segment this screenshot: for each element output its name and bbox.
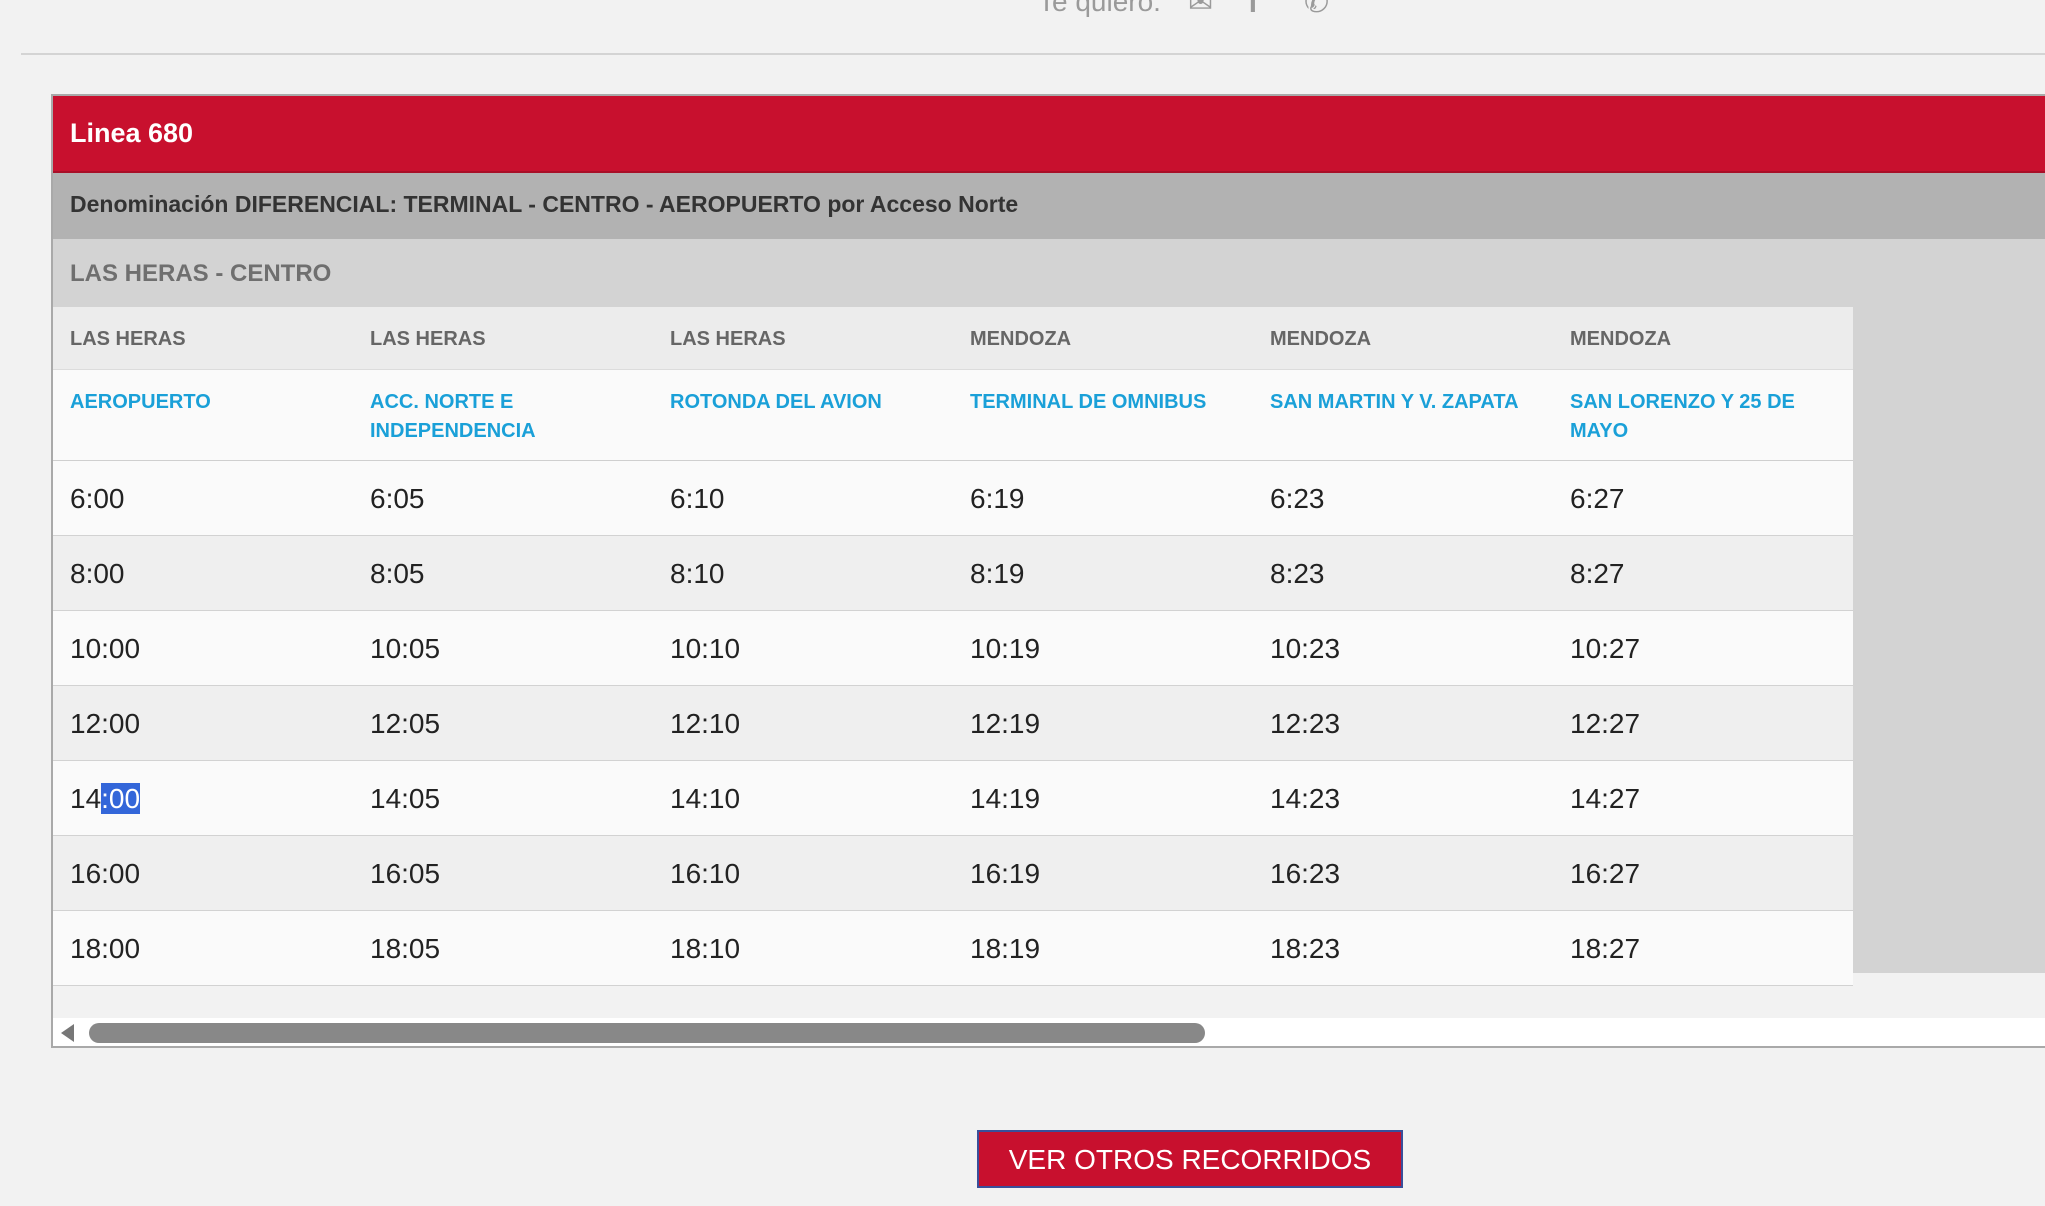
locality-header: LAS HERAS — [70, 328, 186, 350]
route-bar: LAS HERAS - CENTRO — [53, 239, 2045, 307]
horizontal-scrollbar[interactable] — [53, 1018, 2045, 1046]
departure-time: 14:23 — [1270, 783, 1341, 814]
table-row: 18:00 18:05 18:10 18:19 18:23 18:27 — [53, 911, 1853, 986]
stop-name[interactable]: TERMINAL DE OMNIBUS — [953, 370, 1253, 460]
departure-time: 16:19 — [970, 858, 1041, 889]
locality-header-row: LAS HERAS LAS HERAS LAS HERAS MENDOZA MENDOZ… — [53, 307, 1853, 370]
denomination-text: Denominación DIFERENCIAL: TERMINAL - CEN… — [70, 191, 1019, 217]
table-side-fill — [1853, 307, 2045, 973]
top-share-bar: Te quiero: ✉ f ✆ — [0, 0, 2045, 55]
departure-time: 10:05 — [370, 633, 441, 664]
line-title: Linea 680 — [70, 118, 194, 148]
departure-time: 6:19 — [970, 483, 1025, 514]
departure-time: 14:00 — [53, 761, 353, 835]
locality-header: LAS HERAS — [370, 328, 486, 350]
departure-time: 8:23 — [1270, 558, 1325, 589]
departure-time: 10:23 — [1270, 633, 1341, 664]
table-row: 10:00 10:05 10:10 10:19 10:23 10:27 — [53, 611, 1853, 686]
scroll-left-arrow-icon[interactable] — [61, 1024, 74, 1042]
departure-time: 6:27 — [1570, 483, 1625, 514]
departure-time-text: 14 — [70, 783, 102, 814]
locality-header: MENDOZA — [970, 328, 1072, 350]
table-row: 12:00 12:05 12:10 12:19 12:23 12:27 — [53, 686, 1853, 761]
locality-header: MENDOZA — [1270, 328, 1372, 350]
departure-time: 18:10 — [670, 933, 741, 964]
table-row: 6:00 6:05 6:10 6:19 6:23 6:27 — [53, 461, 1853, 536]
departure-time: 14:05 — [370, 783, 441, 814]
departure-time: 6:05 — [370, 483, 425, 514]
stop-name[interactable]: AEROPUERTO — [53, 370, 353, 460]
ver-otros-recorridos-button[interactable]: VER OTROS RECORRIDOS — [977, 1130, 1403, 1188]
table-row: 8:00 8:05 8:10 8:19 8:23 8:27 — [53, 536, 1853, 611]
departure-time: 8:27 — [1570, 558, 1625, 589]
facebook-icon[interactable]: f — [1248, 0, 1258, 18]
departure-time: 8:00 — [70, 558, 125, 589]
stop-name[interactable]: ACC. NORTE E INDEPENDENCIA — [353, 370, 653, 460]
departure-time: 18:00 — [70, 933, 141, 964]
departure-time: 12:27 — [1570, 708, 1641, 739]
text-selection-highlight: :00 — [101, 783, 141, 814]
departure-time: 18:19 — [970, 933, 1041, 964]
departure-time: 8:05 — [370, 558, 425, 589]
departure-time: 18:05 — [370, 933, 441, 964]
departure-time: 10:10 — [670, 633, 741, 664]
departure-time: 8:19 — [970, 558, 1025, 589]
table-row: 16:00 16:05 16:10 16:19 16:23 16:27 — [53, 836, 1853, 911]
departure-time: 16:27 — [1570, 858, 1641, 889]
line-title-bar: Linea 680 — [53, 96, 2045, 173]
stop-name[interactable]: SAN LORENZO Y 25 DE MAYO — [1553, 370, 1853, 460]
departure-time: 16:10 — [670, 858, 741, 889]
departure-time: 12:23 — [1270, 708, 1341, 739]
departure-time: 12:10 — [670, 708, 741, 739]
email-icon[interactable]: ✉ — [1188, 0, 1213, 18]
departure-time: 6:23 — [1270, 483, 1325, 514]
departure-time: 8:10 — [670, 558, 725, 589]
departure-time: 14:19 — [970, 783, 1041, 814]
departure-time: 10:00 — [70, 633, 141, 664]
departure-time: 14:27 — [1570, 783, 1641, 814]
locality-header: LAS HERAS — [670, 328, 786, 350]
schedule-panel: Linea 680 Denominación DIFERENCIAL: TERM… — [51, 94, 2045, 1048]
locality-header: MENDOZA — [1570, 328, 1672, 350]
departure-time: 12:05 — [370, 708, 441, 739]
departure-time: 10:19 — [970, 633, 1041, 664]
divider — [21, 53, 2045, 55]
departure-time: 16:00 — [70, 858, 141, 889]
departure-time: 6:00 — [70, 483, 125, 514]
table-row: 14:00 14:05 14:10 14:19 14:23 14:27 — [53, 761, 1853, 836]
departure-time: 12:19 — [970, 708, 1041, 739]
share-label: Te quiero: — [1038, 0, 1161, 17]
departure-time: 14:10 — [670, 783, 741, 814]
departure-time: 18:23 — [1270, 933, 1341, 964]
whatsapp-icon[interactable]: ✆ — [1304, 0, 1329, 18]
scrollbar-thumb[interactable] — [89, 1023, 1205, 1043]
stop-name[interactable]: SAN MARTIN Y V. ZAPATA — [1253, 370, 1553, 460]
schedule-table: LAS HERAS LAS HERAS LAS HERAS MENDOZA MENDOZ… — [53, 307, 1853, 986]
stop-header-row: AEROPUERTO ACC. NORTE E INDEPENDENCIA ROTO… — [53, 370, 1853, 461]
route-name: LAS HERAS - CENTRO — [70, 260, 332, 287]
departure-time: 16:23 — [1270, 858, 1341, 889]
departure-time: 12:00 — [70, 708, 141, 739]
stop-name[interactable]: ROTONDA DEL AVION — [653, 370, 953, 460]
departure-time: 16:05 — [370, 858, 441, 889]
departure-time: 10:27 — [1570, 633, 1641, 664]
departure-time: 18:27 — [1570, 933, 1641, 964]
denomination-bar: Denominación DIFERENCIAL: TERMINAL - CEN… — [53, 173, 2045, 239]
departure-time: 6:10 — [670, 483, 725, 514]
